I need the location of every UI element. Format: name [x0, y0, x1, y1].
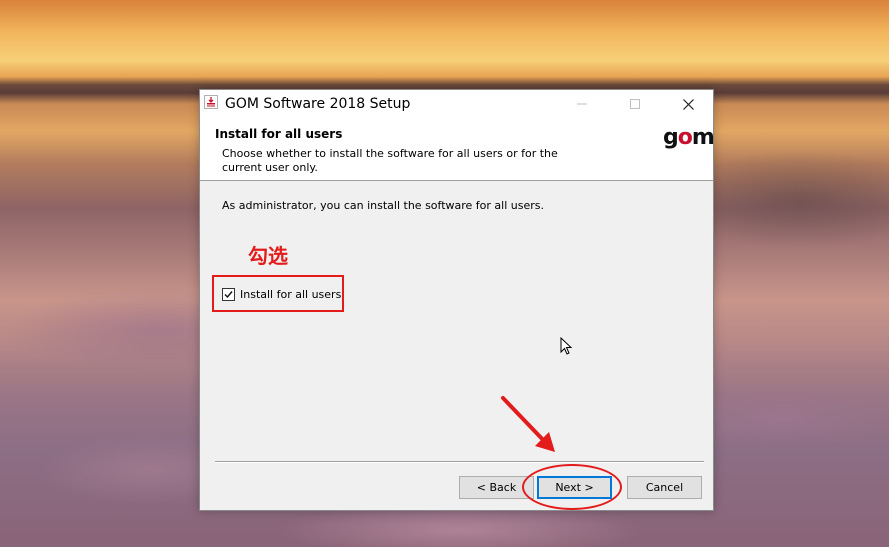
setup-dialog: GOM Software 2018 Setup Install for all … — [199, 89, 715, 511]
page-title: Install for all users — [215, 127, 343, 141]
cancel-button[interactable]: Cancel — [627, 476, 702, 499]
close-button[interactable] — [665, 90, 711, 118]
title-bar[interactable]: GOM Software 2018 Setup — [200, 90, 713, 118]
annotation-label: 勾选 — [248, 244, 288, 268]
window-title: GOM Software 2018 Setup — [225, 96, 411, 112]
install-all-users-checkbox[interactable] — [222, 288, 235, 301]
annotation-arrow-icon — [501, 396, 555, 452]
checkmark-icon — [224, 291, 233, 299]
admin-description: As administrator, you can install the so… — [222, 199, 545, 212]
minimize-button[interactable] — [559, 90, 605, 118]
mouse-cursor-icon — [560, 337, 573, 355]
checkbox-label[interactable]: Install for all users — [240, 288, 341, 301]
footer-separator — [215, 461, 704, 463]
install-all-users-checkbox-row[interactable]: Install for all users — [222, 288, 341, 301]
wizard-header: Install for all users Choose whether to … — [200, 118, 715, 181]
close-icon — [682, 98, 694, 110]
page-subtitle: Choose whether to install the software f… — [222, 147, 558, 174]
annotation-ellipse — [522, 464, 622, 510]
minimize-icon — [577, 103, 587, 105]
maximize-button[interactable] — [612, 90, 658, 118]
maximize-icon — [630, 99, 640, 109]
gom-logo: gom — [663, 125, 715, 150]
installer-icon — [204, 95, 218, 109]
